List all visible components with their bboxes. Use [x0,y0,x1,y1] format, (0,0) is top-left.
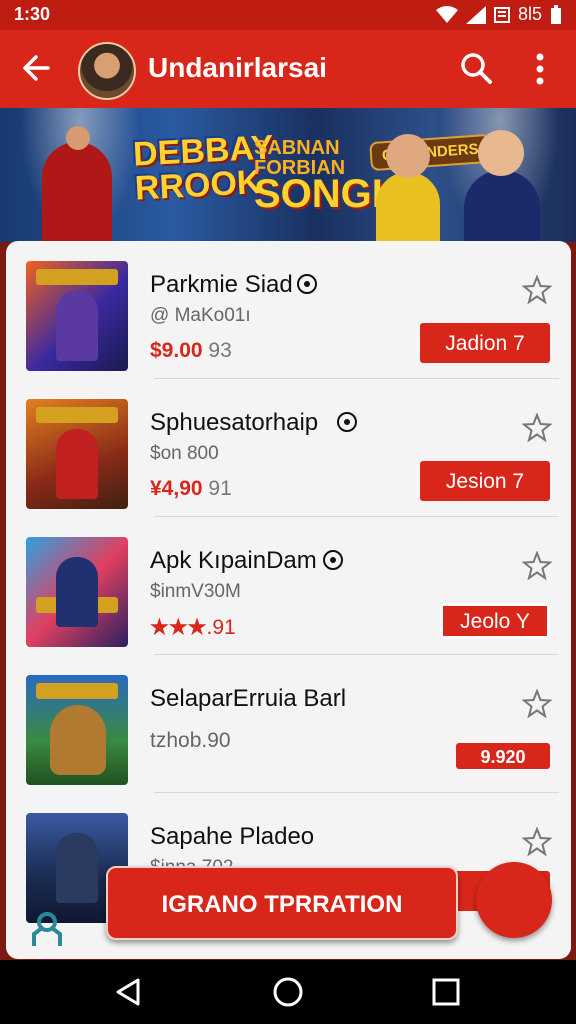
app-name: SelaparErruia Barl [150,685,347,712]
app-bar: Undanirlarsai [0,30,576,108]
app-subtitle: $inmV30M [150,581,241,602]
banner-logo-middle-big: SONGI! [254,172,397,216]
list-item[interactable]: Parkmie Siad @ MaKo01ı $9.00 93 Jadion 7 [6,241,571,379]
app-name: Apk KıpainDam [150,547,317,574]
nav-back-icon[interactable] [112,976,144,1008]
thumbnail-hero [56,557,98,627]
back-arrow-icon[interactable] [18,50,54,86]
app-thumbnail[interactable] [26,261,128,371]
star-outline-icon[interactable] [522,551,552,581]
list-item[interactable]: SelaparErruia Barl tzhob.90 9.920 [6,655,571,793]
app-list-card: Parkmie Siad @ MaKo01ı $9.00 93 Jadion 7… [6,241,571,959]
page-title: Undanirlarsai [148,52,327,83]
nav-recents-icon[interactable] [430,976,462,1008]
thumbnail-hero [50,705,106,775]
bottom-cta-button[interactable]: IGRANO TPRRATION [106,866,458,940]
search-icon[interactable] [458,50,494,86]
price-extra: 93 [208,339,232,362]
app-subtitle: tzhob.90 [150,729,231,752]
star-outline-icon[interactable] [522,689,552,719]
price-value: ★★★ [150,616,207,639]
thumbnail-badge [36,269,118,285]
character-head [66,126,90,150]
status-icons: 8l5 [435,4,562,25]
thumbnail-badge [36,683,118,699]
price-value: ¥4,90 [150,477,203,500]
app-name: Sphuesatorhaip [150,409,319,436]
wifi-icon [435,5,458,23]
app-price: $9.00 93 [150,339,232,363]
price-extra: .91 [206,616,236,639]
character-head [386,134,430,178]
install-button[interactable]: Jesion 7 [420,461,550,501]
more-vert-icon[interactable] [526,52,554,86]
battery-icon [551,4,561,24]
status-time: 1:30 [14,4,51,24]
app-subtitle: $on 800 [150,443,219,464]
app-subtitle: @ MaKo01ı [150,305,251,326]
price-value: $9.00 [150,339,203,362]
thumbnail-badge [36,407,118,423]
app-logo-icon [32,912,62,946]
promo-banner[interactable]: DEBBAY RROOK SABNAN FORBIAN SONGI! CHOUN… [0,108,576,242]
verified-icon [297,274,317,294]
character-figure [42,142,112,242]
list-item[interactable]: Sphuesatorhaip $on 800 ¥4,90 91 Jesion 7 [6,379,571,517]
app-name: Sapahe Pladeo [150,823,315,850]
app-thumbnail[interactable] [26,537,128,647]
character-figure [376,172,440,242]
star-outline-icon[interactable] [522,413,552,443]
status-bar: 1:30 8l5 [0,0,576,30]
thumbnail-hero [56,429,98,499]
list-item[interactable]: Apk KıpainDam $inmV30M ★★★.91 Jeolo Y [6,517,571,655]
notification-icon [493,6,510,23]
price-button[interactable]: 9.920 [456,743,550,769]
install-button[interactable]: Jadion 7 [420,323,550,363]
app-price: ★★★.91 [150,615,236,640]
install-button[interactable]: Jeolo Y [440,603,550,639]
character-figure [464,170,540,242]
signal-icon [465,5,486,24]
avatar[interactable] [78,42,136,100]
app-price: ¥4,90 91 [150,477,232,501]
verified-icon [337,412,357,432]
floating-action-button[interactable] [476,862,552,938]
price-extra: 91 [208,477,232,500]
app-thumbnail[interactable] [26,399,128,509]
thumbnail-hero [56,833,98,903]
verified-icon [323,550,343,570]
star-outline-icon[interactable] [522,827,552,857]
app-name: Parkmie Siad [150,271,293,298]
thumbnail-hero [56,291,98,361]
star-outline-icon[interactable] [522,275,552,305]
app-thumbnail[interactable] [26,675,128,785]
status-indicator-text: 8l5 [517,4,542,24]
nav-home-icon[interactable] [272,976,304,1008]
character-head [478,130,524,176]
system-nav-bar [0,960,576,1024]
